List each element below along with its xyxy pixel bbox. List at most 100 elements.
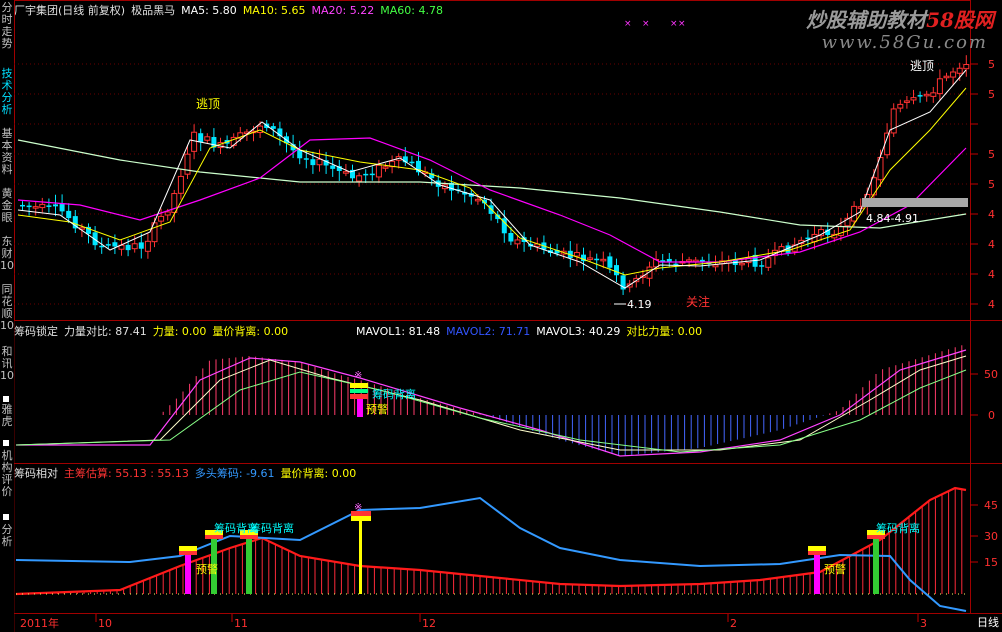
low-price-label: 4.19 bbox=[627, 298, 652, 311]
sub1-axis-label: 50 bbox=[984, 368, 998, 381]
watermark-url: www.58Gu.com bbox=[821, 32, 988, 53]
candle-body bbox=[409, 161, 415, 164]
candle-body bbox=[131, 243, 138, 250]
sub2-warning-label-2: 预警 bbox=[824, 562, 846, 576]
escape-top-label-right: 逃顶 bbox=[910, 59, 934, 73]
candle-body bbox=[138, 242, 144, 249]
svg-text:×: × bbox=[678, 19, 686, 29]
time-axis: 2011年 10 11 12 2 3 bbox=[20, 614, 927, 630]
candle-body bbox=[303, 158, 309, 160]
sub2-axis-label: 15 bbox=[984, 556, 998, 569]
panel-frames bbox=[14, 0, 1002, 614]
sub1-axis: 50 0 bbox=[970, 368, 998, 422]
ma20-line bbox=[17, 137, 967, 263]
candle-body bbox=[607, 256, 613, 268]
candle-body bbox=[508, 232, 514, 242]
svg-text:※: ※ bbox=[354, 502, 362, 513]
candle-body bbox=[330, 165, 336, 169]
candle-body bbox=[765, 257, 772, 268]
candle-body bbox=[363, 173, 369, 176]
sub1-histogram bbox=[162, 345, 963, 456]
candle-body bbox=[936, 78, 943, 95]
time-label: 3 bbox=[920, 617, 927, 630]
candle-body bbox=[712, 264, 719, 268]
candle-body bbox=[943, 75, 950, 79]
candle-body bbox=[614, 265, 619, 276]
candle-body bbox=[342, 171, 349, 174]
candle-body bbox=[963, 64, 970, 70]
candle-body bbox=[164, 211, 171, 216]
ma5-line bbox=[17, 69, 967, 289]
candle-body bbox=[184, 153, 191, 175]
candle-body bbox=[112, 242, 118, 247]
candle-body bbox=[177, 175, 184, 194]
candle-body bbox=[950, 71, 957, 78]
watermark: 炒股辅助教材58股网 www.58Gu.com bbox=[765, 0, 1002, 56]
candle-body bbox=[686, 259, 693, 262]
candle-body bbox=[53, 204, 58, 207]
candle-body bbox=[125, 244, 131, 251]
candle-body bbox=[191, 131, 198, 152]
sub2-axis: 45 30 15 bbox=[970, 499, 998, 569]
price-axis-labels: 5 5 5 5 4 4 4 4 bbox=[988, 58, 995, 311]
candle-body bbox=[46, 205, 52, 207]
candle-body bbox=[198, 133, 204, 143]
time-label: 11 bbox=[234, 617, 248, 630]
candle-body bbox=[26, 205, 32, 208]
candle-body bbox=[851, 205, 858, 222]
sub1-warning-label: 预警 bbox=[366, 402, 388, 416]
candle-body bbox=[923, 93, 930, 97]
candle-body bbox=[759, 265, 765, 267]
price-level-bar bbox=[862, 198, 968, 207]
svg-text:×: × bbox=[624, 19, 632, 29]
candle-body bbox=[587, 257, 594, 260]
price-grid bbox=[14, 63, 970, 305]
price-label: 4 bbox=[988, 208, 995, 221]
candle-body bbox=[105, 244, 111, 246]
candle-body bbox=[956, 67, 963, 74]
svg-text:×: × bbox=[642, 19, 650, 29]
price-label: 5 bbox=[988, 178, 995, 191]
sub2-histogram bbox=[17, 488, 963, 594]
chart-canvas[interactable]: 5 5 5 5 4 4 4 4 × × × × 逃顶 逃顶 4.19 关注 4.84-… bbox=[0, 0, 1002, 632]
escape-top-label-left: 逃顶 bbox=[196, 97, 220, 111]
candle-body bbox=[897, 103, 904, 109]
candle-body bbox=[375, 164, 382, 178]
time-label: 2 bbox=[730, 617, 737, 630]
price-label: 4 bbox=[988, 268, 995, 281]
sub2-warning-label-1: 预警 bbox=[196, 562, 218, 576]
price-label: 5 bbox=[988, 58, 995, 71]
price-label: 4 bbox=[988, 298, 995, 311]
moving-average-lines bbox=[17, 69, 967, 289]
candle-body bbox=[573, 252, 580, 257]
candle-body bbox=[369, 173, 375, 176]
watermark-title: 炒股辅助教材58股网 bbox=[806, 8, 994, 32]
attention-label: 关注 bbox=[686, 294, 710, 309]
price-label: 4 bbox=[988, 238, 995, 251]
sub2-axis-label: 30 bbox=[984, 530, 998, 543]
candle-body bbox=[66, 210, 72, 219]
range-label: 4.84-4.91 bbox=[866, 212, 919, 225]
candle-body bbox=[316, 158, 323, 166]
svg-text:×: × bbox=[670, 19, 678, 29]
candle-body bbox=[32, 206, 39, 209]
candle-body bbox=[474, 198, 481, 202]
candle-body bbox=[600, 258, 607, 262]
signal-markers: × × × × bbox=[624, 19, 686, 29]
sub2-divergence-label-3: 筹码背离 bbox=[876, 521, 920, 535]
candle-body bbox=[594, 258, 600, 261]
candle-body bbox=[59, 204, 65, 212]
candle-body bbox=[257, 125, 264, 133]
candle-body bbox=[204, 136, 211, 141]
ma60-line bbox=[17, 139, 967, 229]
candle-body bbox=[310, 159, 316, 166]
price-label: 5 bbox=[988, 88, 995, 101]
sub1-axis-label: 0 bbox=[988, 409, 995, 422]
candle-body bbox=[514, 239, 521, 245]
price-label: 5 bbox=[988, 148, 995, 161]
candle-body bbox=[910, 97, 917, 101]
period-button[interactable]: 日线 bbox=[974, 614, 1002, 632]
candle-body bbox=[356, 175, 363, 182]
sub2-divergence-label-2: 筹码背离 bbox=[250, 521, 294, 535]
candle-body bbox=[158, 215, 165, 222]
